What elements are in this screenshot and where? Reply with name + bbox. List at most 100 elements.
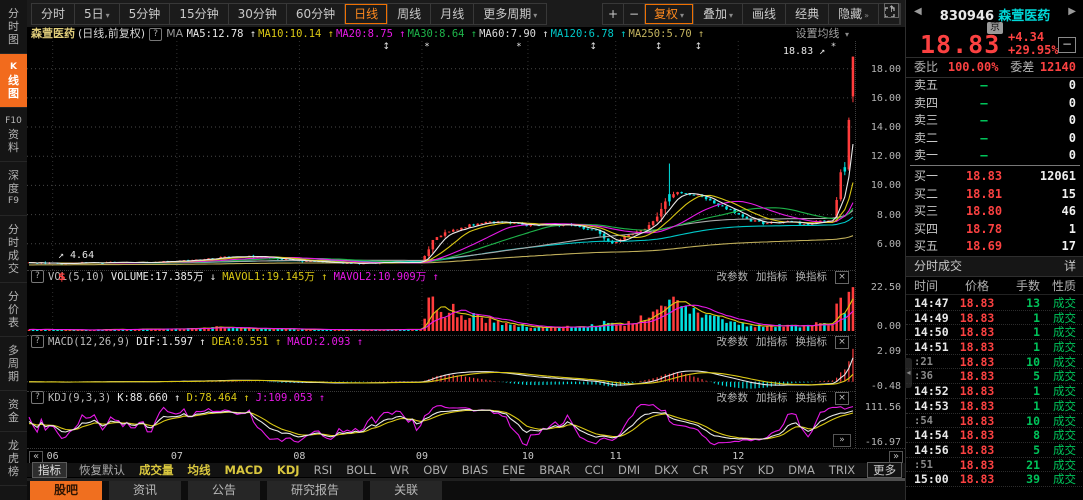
bottom-tab-公告[interactable]: 公告 [188,481,260,500]
tape-header-bar: 分时成交 详 [906,256,1083,277]
period-button-30分钟[interactable]: 30分钟 [229,4,287,24]
sidebar-item-K线图[interactable]: K线图 [0,54,27,108]
indicator-tab-CR[interactable]: CR [692,463,708,477]
zoom-out-button[interactable]: − [624,4,645,24]
event-marker-icon[interactable]: ↕ [590,42,598,52]
period-button-分时[interactable]: 分时 [32,4,75,24]
indicator-tab-指标[interactable]: 指标 [32,462,67,478]
close-indicator-icon[interactable]: × [835,336,849,349]
sidebar-item-多周期[interactable]: 多周期 [0,337,27,391]
period-button-60分钟[interactable]: 60分钟 [287,4,345,24]
indicator-tab-RSI[interactable]: RSI [314,463,333,477]
sidebar-item-分时图[interactable]: 分时图 [0,0,27,54]
indicator-tab-TRIX[interactable]: TRIX [829,463,855,477]
axis-tick: 14.00 [871,122,901,133]
next-stock-arrow[interactable]: ▶ [1068,6,1076,17]
collapse-quote-button[interactable]: − [1058,37,1076,53]
kdj-expand-icon[interactable]: » [833,434,851,447]
indicator-tab-DMI[interactable]: DMI [618,463,640,477]
indicator-tab-DKX[interactable]: DKX [654,463,678,477]
indicator-tab-CCI[interactable]: CCI [585,463,604,477]
book-row-卖四: 卖四—0 [906,95,1083,113]
axis-tick: 111.56 [865,402,901,413]
tape-row: 14:5018.831成交 [906,325,1083,340]
zoom-in-button[interactable]: + [603,4,624,24]
link-加指标[interactable]: 加指标 [756,335,788,349]
event-marker-icon[interactable]: * [425,42,430,52]
sidebar-item-分时成交[interactable]: 分时成交 [0,216,27,283]
weibi-label: 委比 [914,60,938,74]
tape-row: 15:0018.8339成交 [906,472,1083,487]
tape-detail-link[interactable]: 详 [1064,257,1076,276]
link-加指标[interactable]: 加指标 [756,391,788,405]
panel-expand-icon[interactable]: ↑ [884,3,899,18]
period-button-5日[interactable]: 5日▾ [75,4,120,24]
link-改参数[interactable]: 改参数 [717,335,749,349]
indicator-tab-WR[interactable]: WR [390,463,409,477]
indicator-tab-MACD[interactable]: MACD [225,463,263,477]
indicator-tab-ENE[interactable]: ENE [502,463,525,477]
period-button-月线[interactable]: 月线 [431,4,474,24]
tool-button-画线[interactable]: 画线 [743,4,786,24]
event-marker-icon[interactable]: ↕ [383,42,391,52]
indicator-tab-DMA[interactable]: DMA [788,463,815,477]
sidebar-item-分价表[interactable]: 分价表 [0,283,27,337]
indicator-value: DEA:0.551 ↑ [212,335,282,349]
event-marker-icon[interactable]: * [517,42,522,52]
dividend-marker-icon[interactable]: $ [58,270,66,283]
bottom-tab-关联[interactable]: 关联 [370,481,442,500]
period-button-15分钟[interactable]: 15分钟 [170,4,228,24]
sidebar-item-F10资料[interactable]: F10资料 [0,108,27,162]
month-label: 06 [47,451,59,462]
link-加指标[interactable]: 加指标 [756,270,788,284]
tool-button-复权[interactable]: 复权▾ [645,4,694,24]
tape-row: 14:5118.831成交 [906,340,1083,355]
indicator-header-macd: ?MACD(12,26,9)DIF:1.597 ↑DEA:0.551 ↑MACD… [27,335,855,349]
link-改参数[interactable]: 改参数 [717,391,749,405]
help-icon[interactable]: ? [31,335,44,348]
indicator-tab-BRAR[interactable]: BRAR [539,463,570,477]
link-换指标[interactable]: 换指标 [796,270,828,284]
indicator-tab-KDJ[interactable]: KDJ [277,463,300,477]
chevron-down-icon: ▾ [845,30,849,39]
indicator-tab-恢复默认[interactable]: 恢复默认 [79,463,125,477]
bottom-tab-研究报告[interactable]: 研究报告 [267,481,363,500]
tool-button-叠加[interactable]: 叠加▾ [694,4,743,24]
weicha-value: 12140 [1040,58,1076,77]
kdj-title: KDJ(9,3,3) [48,391,111,405]
event-marker-icon[interactable]: ↕ [695,42,703,52]
indicator-tab-BIAS[interactable]: BIAS [462,463,488,477]
sidebar-item-资金[interactable]: 资金 [0,391,27,432]
indicator-tab-PSY[interactable]: PSY [723,463,744,477]
event-marker-icon[interactable]: ↕ [655,42,663,52]
close-indicator-icon[interactable]: × [835,392,849,405]
indicator-tab-OBV[interactable]: OBV [423,463,447,477]
last-price: 18.83 [920,30,1000,59]
period-button-日线[interactable]: 日线 [345,4,388,24]
link-换指标[interactable]: 换指标 [796,335,828,349]
sidebar-item-深度F9[interactable]: 深度F9 [0,162,27,216]
indicator-tab-更多[interactable]: 更多 [867,462,902,478]
event-marker-icon[interactable]: * [831,42,836,52]
indicator-tab-成交量[interactable]: 成交量 [139,463,174,477]
link-改参数[interactable]: 改参数 [717,270,749,284]
help-icon[interactable]: ? [31,270,44,283]
bottom-tab-资讯[interactable]: 资讯 [109,481,181,500]
ma-settings-button[interactable]: 设置均线 ▾ [795,27,849,42]
indicator-tab-KD[interactable]: KD [758,463,774,477]
indicator-tab-BOLL[interactable]: BOLL [346,463,376,477]
bottom-tab-股吧[interactable]: 股吧 [30,481,102,500]
period-button-周线[interactable]: 周线 [388,4,431,24]
period-button-更多周期[interactable]: 更多周期▾ [474,4,546,24]
link-换指标[interactable]: 换指标 [796,391,828,405]
sidebar-item-龙虎榜[interactable]: 龙虎榜 [0,432,27,486]
period-button-5分钟[interactable]: 5分钟 [120,4,171,24]
help-icon[interactable]: ? [149,28,162,41]
help-icon[interactable]: ? [31,391,44,404]
indicator-tab-均线[interactable]: 均线 [188,463,211,477]
indicator-value: J:109.053 ↑ [256,391,326,405]
close-indicator-icon[interactable]: × [835,271,849,284]
tape-rows: 14:4718.8313成交14:4918.831成交14:5018.831成交… [906,296,1083,500]
tool-button-经典[interactable]: 经典 [786,4,829,24]
tool-button-隐藏[interactable]: 隐藏» [829,4,879,24]
